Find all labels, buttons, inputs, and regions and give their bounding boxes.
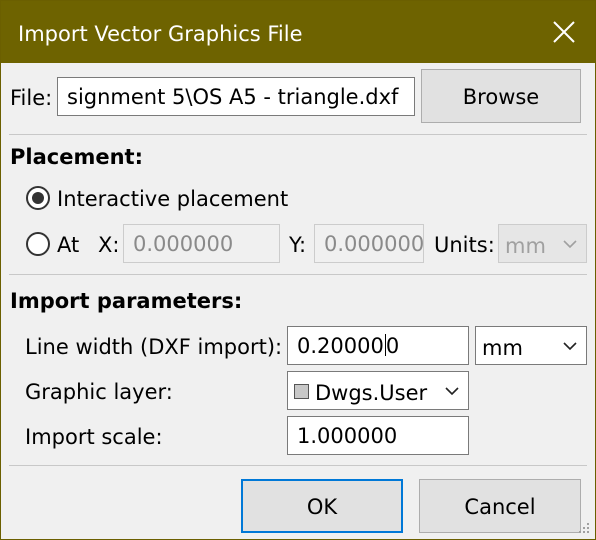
interactive-placement-radio[interactable] [26,186,50,210]
close-button[interactable] [533,1,595,63]
chevron-down-icon [563,342,577,351]
separator [9,465,587,466]
chevron-down-icon [445,387,459,396]
x-position-input[interactable]: 0.000000 [123,224,280,263]
import-parameters-heading: Import parameters: [10,289,243,313]
line-width-label: Line width (DXF import): [25,335,283,359]
resize-grip-icon[interactable] [577,521,591,535]
graphic-layer-label: Graphic layer: [25,380,173,404]
title-bar: Import Vector Graphics File [1,1,595,63]
graphic-layer-name: Dwgs.User [315,381,428,405]
separator [9,134,587,135]
line-width-unit-select[interactable]: mm [475,326,587,365]
chevron-down-icon [563,240,577,249]
placement-heading: Placement: [10,145,143,169]
line-width-input[interactable]: 0.200000 [287,326,469,365]
units-label: Units: [434,233,495,257]
line-width-unit-value: mm [482,336,523,360]
interactive-placement-label[interactable]: Interactive placement [57,185,288,213]
file-label: File: [10,86,53,110]
at-position-radio[interactable] [26,232,50,256]
browse-button[interactable]: Browse [421,69,581,123]
import-vector-graphics-dialog: Import Vector Graphics File File: signme… [0,0,596,540]
dialog-title: Import Vector Graphics File [18,22,303,46]
line-width-value-after-cursor: 0 [385,334,400,358]
y-label: Y: [289,233,307,257]
line-width-value-before-cursor: 0.20000 [297,334,384,358]
graphic-layer-select[interactable]: Dwgs.User [287,371,469,410]
ok-button[interactable]: OK [241,479,403,533]
file-path-input[interactable]: signment 5\OS A5 - triangle.dxf [57,77,415,116]
cancel-button[interactable]: Cancel [419,479,581,533]
at-label[interactable]: At [57,231,79,259]
placement-units-value: mm [505,234,546,258]
x-label: X: [98,233,120,257]
import-scale-input[interactable]: 1.000000 [287,416,469,455]
placement-units-select[interactable]: mm [498,224,587,263]
y-position-input[interactable]: 0.000000 [314,224,424,263]
import-scale-label: Import scale: [25,425,163,449]
separator [9,274,587,275]
graphic-layer-value: Dwgs.User [294,379,427,407]
close-icon [553,21,575,43]
radio-selected-dot [32,192,44,204]
text-cursor [384,334,386,356]
layer-color-swatch [294,383,309,399]
